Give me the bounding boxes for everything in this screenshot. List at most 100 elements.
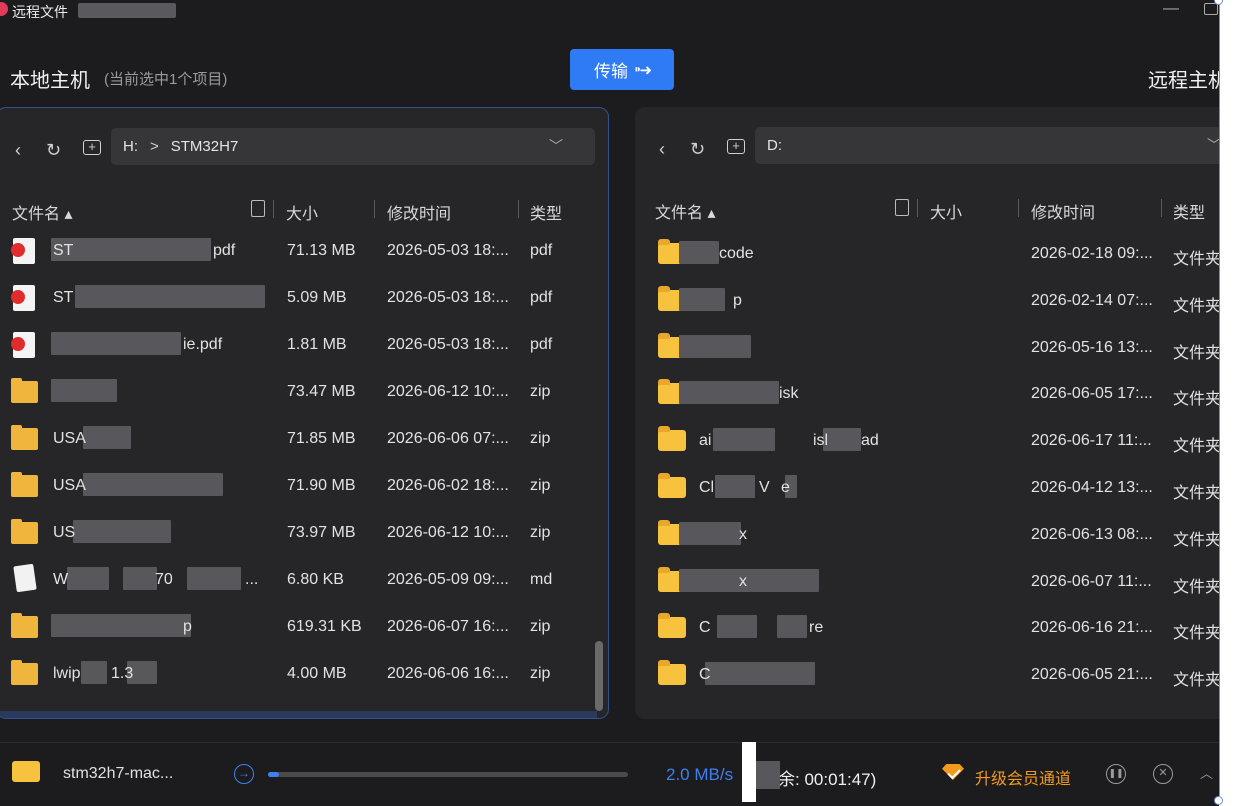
selection-outline (1219, 4, 1220, 798)
file-type-icon[interactable] (251, 200, 265, 217)
transfer-button[interactable]: 传输 ⁍➜ (570, 49, 674, 90)
file-name: ST (53, 242, 74, 259)
remote-folder-row[interactable]: x 2026-06-07 11:... 文件夹 (635, 559, 1235, 606)
file-name-end: ... (245, 571, 259, 588)
local-file-row[interactable]: lwip 1.3 4.00 MB 2026-06-06 16:... zip (0, 651, 608, 698)
file-modified: 2026-05-03 18:... (387, 289, 509, 306)
file-modified: 2026-06-06 07:... (387, 430, 509, 447)
local-file-row[interactable]: US 73.97 MB 2026-06-12 10:... zip (0, 510, 608, 557)
file-modified: 2026-06-12 10:... (387, 524, 509, 541)
column-divider (917, 199, 918, 217)
folder-name: Cl (699, 479, 715, 496)
folder-icon (658, 613, 686, 639)
path-folder: STM32H7 (170, 138, 239, 155)
folder-name: x (739, 525, 747, 543)
remote-path-bar[interactable]: D: ﹀ (755, 127, 1225, 164)
column-modified[interactable]: 修改时间 (1031, 199, 1095, 223)
file-name-tail: pdf (213, 242, 236, 259)
back-icon[interactable]: ‹ (15, 140, 21, 160)
chevron-down-icon[interactable]: ﹀ (549, 136, 563, 156)
upgrade-vip-link[interactable]: 升级会员通道 (975, 765, 1071, 789)
remote-folder-row[interactable]: x 2026-06-13 08:... 文件夹 (635, 512, 1235, 559)
local-file-row[interactable]: ST 5.09 MB 2026-05-03 18:... pdf (0, 275, 608, 322)
local-selected-row[interactable] (0, 711, 597, 718)
file-size: 619.31 KB (287, 618, 362, 635)
remote-folder-row[interactable]: Cre 2026-06-16 21:... 文件夹 (635, 605, 1235, 652)
transfer-remaining: 余: 00:01:47) (778, 770, 877, 789)
folder-name-mid: V (759, 479, 770, 496)
zip-file-icon (11, 472, 38, 497)
column-modified[interactable]: 修改时间 (387, 200, 451, 224)
maximize-button[interactable] (1204, 3, 1218, 15)
remote-folder-row[interactable]: 2026-05-16 13:... 文件夹 (635, 325, 1235, 372)
local-host-heading: 本地主机 (10, 70, 90, 92)
resize-handle[interactable] (1214, 796, 1223, 805)
new-folder-icon[interactable]: + (83, 140, 101, 155)
pdf-file-icon (11, 285, 35, 311)
remote-folder-row[interactable]: Cl Ve 2026-04-12 13:... 文件夹 (635, 465, 1235, 512)
chevron-up-icon[interactable]: ︿ (1200, 763, 1213, 782)
file-type: zip (530, 618, 551, 635)
file-name: USA (53, 477, 86, 494)
zip-file-icon (11, 425, 38, 450)
local-scrollbar[interactable] (595, 641, 603, 711)
file-type: zip (530, 524, 551, 541)
folder-type: 文件夹 (1173, 578, 1222, 596)
column-size[interactable]: 大小 (286, 200, 318, 224)
refresh-icon[interactable]: ↻ (690, 139, 705, 159)
name-redacted (73, 520, 171, 543)
folder-icon (658, 473, 686, 498)
pause-icon[interactable]: ❚❚ (1106, 764, 1126, 784)
pdf-file-icon (11, 238, 35, 264)
local-file-row[interactable]: USA 71.85 MB 2026-06-06 07:... zip (0, 416, 608, 463)
file-size: 73.47 MB (287, 383, 356, 400)
name-redacted (715, 475, 755, 498)
file-modified: 2026-06-06 16:... (387, 665, 509, 682)
transfer-arrow-icon: ⁍➜ (633, 61, 652, 79)
refresh-icon[interactable]: ↻ (46, 140, 61, 160)
folder-name: C (699, 619, 711, 637)
folder-modified: 2026-06-07 11:... (1031, 572, 1152, 590)
folder-modified: 2026-05-16 13:... (1031, 338, 1153, 356)
remote-folder-row[interactable]: code 2026-02-18 09:... 文件夹 (635, 231, 1235, 278)
folder-type: 文件夹 (1173, 625, 1222, 643)
file-type-icon[interactable] (895, 199, 909, 216)
remote-folder-row[interactable]: p 2026-02-14 07:... 文件夹 (635, 278, 1235, 325)
file-size: 4.00 MB (287, 665, 347, 682)
local-file-row[interactable]: 73.47 MB 2026-06-12 10:... zip (0, 369, 608, 416)
local-file-row[interactable]: W 70... 6.80 KB 2026-05-09 09:... md (0, 557, 608, 604)
column-divider (273, 200, 274, 218)
column-type[interactable]: 类型 (1173, 199, 1205, 223)
minimize-button[interactable]: — (1160, 0, 1182, 20)
cancel-transfer-icon[interactable]: ✕ (1153, 764, 1173, 784)
local-file-row[interactable]: USA 71.90 MB 2026-06-02 18:... zip (0, 463, 608, 510)
file-type: pdf (530, 289, 553, 306)
name-redacted (679, 334, 751, 358)
folder-type: 文件夹 (1173, 438, 1222, 456)
local-path-bar[interactable]: H: > STM32H7 ﹀ (111, 128, 595, 165)
local-file-row[interactable]: ST pdf 71.13 MB 2026-05-03 18:... pdf (0, 228, 608, 275)
remote-folder-row[interactable]: ai isl ad 2026-06-17 11:... 文件夹 (635, 418, 1235, 465)
name-redacted (83, 473, 223, 496)
column-size[interactable]: 大小 (930, 199, 962, 223)
back-icon[interactable]: ‹ (659, 139, 665, 159)
file-modified: 2026-06-12 10:... (387, 383, 509, 400)
name-redacted (777, 615, 807, 639)
remote-folder-row[interactable]: isk 2026-06-05 17:... 文件夹 (635, 371, 1235, 418)
new-folder-icon[interactable]: + (727, 139, 745, 154)
local-selection-info: (当前选中1个项目) (104, 71, 228, 88)
file-name: US (53, 524, 76, 541)
local-file-row[interactable]: ie.pdf 1.81 MB 2026-05-03 18:... pdf (0, 322, 608, 369)
zip-file-icon (11, 660, 38, 685)
file-size: 71.13 MB (287, 242, 356, 259)
name-redacted (67, 567, 109, 590)
remote-folder-row[interactable]: C 2026-06-05 21:... 文件夹 (635, 652, 1235, 699)
vip-diamond-icon[interactable] (940, 762, 968, 786)
column-name[interactable]: 文件名 ▴ (655, 199, 715, 223)
column-type[interactable]: 类型 (530, 200, 562, 224)
name-redacted (51, 238, 211, 261)
name-redacted (123, 567, 157, 590)
local-file-row[interactable]: p 619.31 KB 2026-06-07 16:... zip (0, 604, 608, 651)
file-name-tail: p (183, 618, 192, 635)
column-name[interactable]: 文件名 ▴ (12, 200, 72, 224)
